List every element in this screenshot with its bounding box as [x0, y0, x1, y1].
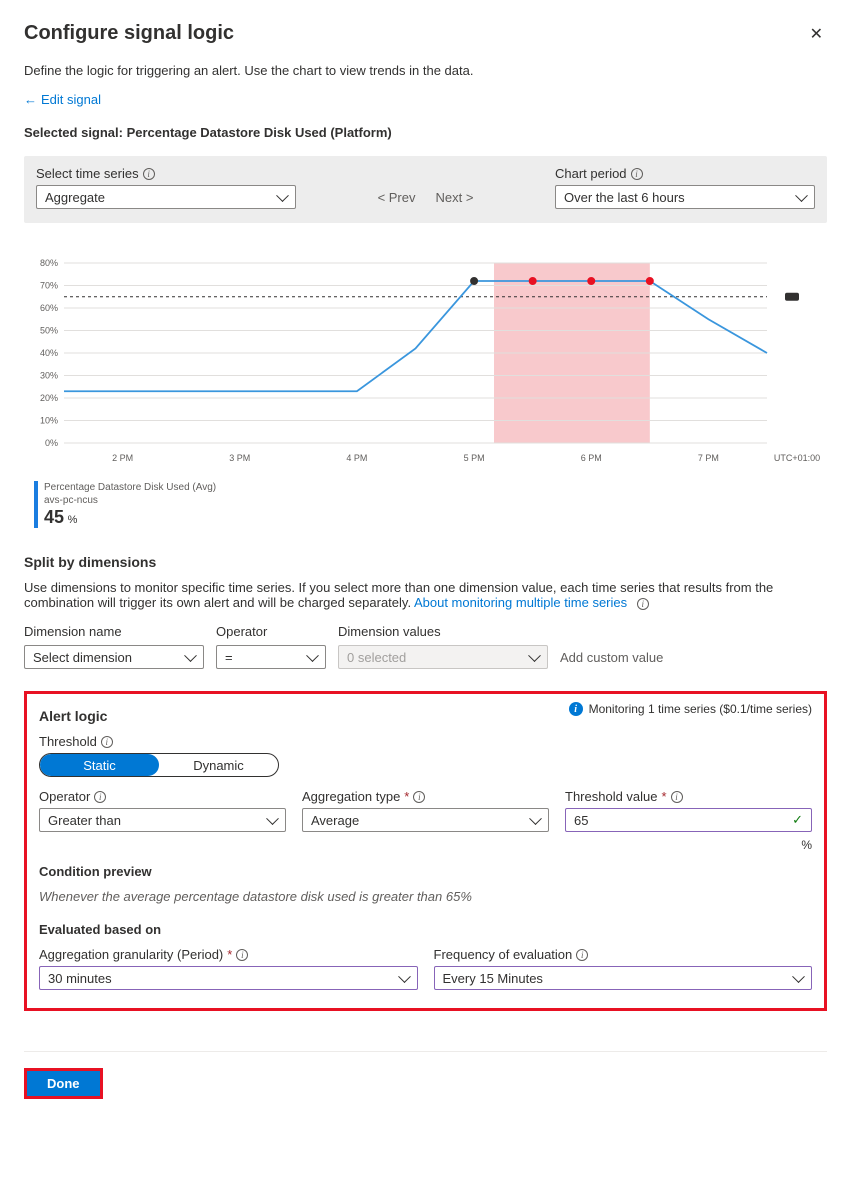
frequency-select[interactable]: Every 15 Minutes: [434, 966, 813, 990]
legend-subtext: avs-pc-ncus: [44, 494, 216, 507]
dimension-operator-select[interactable]: =: [216, 645, 326, 669]
selected-signal: Selected signal: Percentage Datastore Di…: [24, 125, 827, 140]
page-title: Configure signal logic: [24, 22, 827, 45]
condition-preview-text: Whenever the average percentage datastor…: [39, 889, 812, 904]
dimensions-description: Use dimensions to monitor specific time …: [24, 580, 773, 610]
threshold-static-button[interactable]: Static: [40, 754, 159, 776]
info-icon[interactable]: i: [671, 791, 683, 803]
info-icon[interactable]: i: [576, 949, 588, 961]
page-description: Define the logic for triggering an alert…: [24, 63, 827, 78]
operator-label: Operator: [39, 789, 90, 804]
condition-preview-heading: Condition preview: [39, 864, 812, 879]
monitoring-note: Monitoring 1 time series ($0.1/time seri…: [589, 702, 812, 716]
threshold-toggle[interactable]: Static Dynamic: [39, 753, 279, 777]
percent-unit: %: [565, 838, 812, 852]
dimensions-heading: Split by dimensions: [24, 554, 827, 570]
svg-text:7 PM: 7 PM: [698, 453, 719, 463]
svg-text:UTC+01:00: UTC+01:00: [774, 453, 820, 463]
legend-series-name: Percentage Datastore Disk Used (Avg): [44, 481, 216, 494]
evaluated-heading: Evaluated based on: [39, 922, 812, 937]
info-icon[interactable]: i: [101, 736, 113, 748]
legend-color-bar: [34, 481, 38, 528]
aggregation-type-select[interactable]: Average: [302, 808, 549, 832]
chart: 0% 10% 20% 30% 40% 50% 60% 70% 80% 2 PM 3 PM 4 PM 5 …: [24, 253, 827, 528]
about-link[interactable]: About monitoring multiple time series: [414, 595, 627, 610]
info-icon[interactable]: i: [236, 949, 248, 961]
done-button[interactable]: Done: [24, 1068, 103, 1099]
info-icon[interactable]: i: [637, 598, 649, 610]
svg-text:60%: 60%: [40, 303, 58, 313]
chart-period-select[interactable]: Over the last 6 hours: [555, 185, 815, 209]
add-custom-value[interactable]: Add custom value: [560, 650, 663, 669]
values-header: Dimension values: [338, 624, 548, 639]
svg-text:3 PM: 3 PM: [229, 453, 250, 463]
svg-text:0%: 0%: [45, 438, 58, 448]
info-icon[interactable]: i: [413, 791, 425, 803]
aggregation-type-label: Aggregation type: [302, 789, 400, 804]
granularity-label: Aggregation granularity (Period): [39, 947, 223, 962]
threshold-dynamic-button[interactable]: Dynamic: [159, 754, 278, 776]
svg-text:20%: 20%: [40, 393, 58, 403]
arrow-left-icon: ←: [24, 92, 37, 107]
svg-text:6 PM: 6 PM: [581, 453, 602, 463]
threshold-value-label: Threshold value: [565, 789, 658, 804]
threshold-label: Threshold: [39, 734, 97, 749]
svg-text:30%: 30%: [40, 371, 58, 381]
operator-select[interactable]: Greater than: [39, 808, 286, 832]
dimension-values-select[interactable]: 0 selected: [338, 645, 548, 669]
threshold-value-input[interactable]: 65 ✓: [565, 808, 812, 832]
svg-text:80%: 80%: [40, 258, 58, 268]
time-series-label: Select time series: [36, 166, 139, 181]
edit-signal-link[interactable]: ← Edit signal: [24, 92, 101, 107]
chart-period-label: Chart period: [555, 166, 627, 181]
frequency-label: Frequency of evaluation: [434, 947, 573, 962]
close-icon[interactable]: ✕: [810, 24, 823, 44]
granularity-select[interactable]: 30 minutes: [39, 966, 418, 990]
alert-logic-box: i Monitoring 1 time series ($0.1/time se…: [24, 691, 827, 1011]
svg-text:50%: 50%: [40, 326, 58, 336]
filter-bar: Select time series i Aggregate < Prev Ne…: [24, 156, 827, 223]
check-icon: ✓: [792, 812, 803, 828]
legend-value: 45: [44, 507, 64, 527]
legend-unit: %: [68, 514, 78, 526]
dimension-name-header: Dimension name: [24, 624, 204, 639]
info-icon[interactable]: i: [631, 168, 643, 180]
svg-text:5 PM: 5 PM: [464, 453, 485, 463]
svg-text:70%: 70%: [40, 281, 58, 291]
next-button[interactable]: Next >: [436, 190, 474, 205]
svg-text:4 PM: 4 PM: [346, 453, 367, 463]
svg-text:2 PM: 2 PM: [112, 453, 133, 463]
info-icon[interactable]: i: [143, 168, 155, 180]
info-icon[interactable]: i: [94, 791, 106, 803]
operator-header: Operator: [216, 624, 326, 639]
prev-button[interactable]: < Prev: [378, 190, 416, 205]
time-series-select[interactable]: Aggregate: [36, 185, 296, 209]
svg-text:10%: 10%: [40, 416, 58, 426]
svg-text:40%: 40%: [40, 348, 58, 358]
dimension-name-select[interactable]: Select dimension: [24, 645, 204, 669]
info-icon: i: [569, 702, 583, 716]
